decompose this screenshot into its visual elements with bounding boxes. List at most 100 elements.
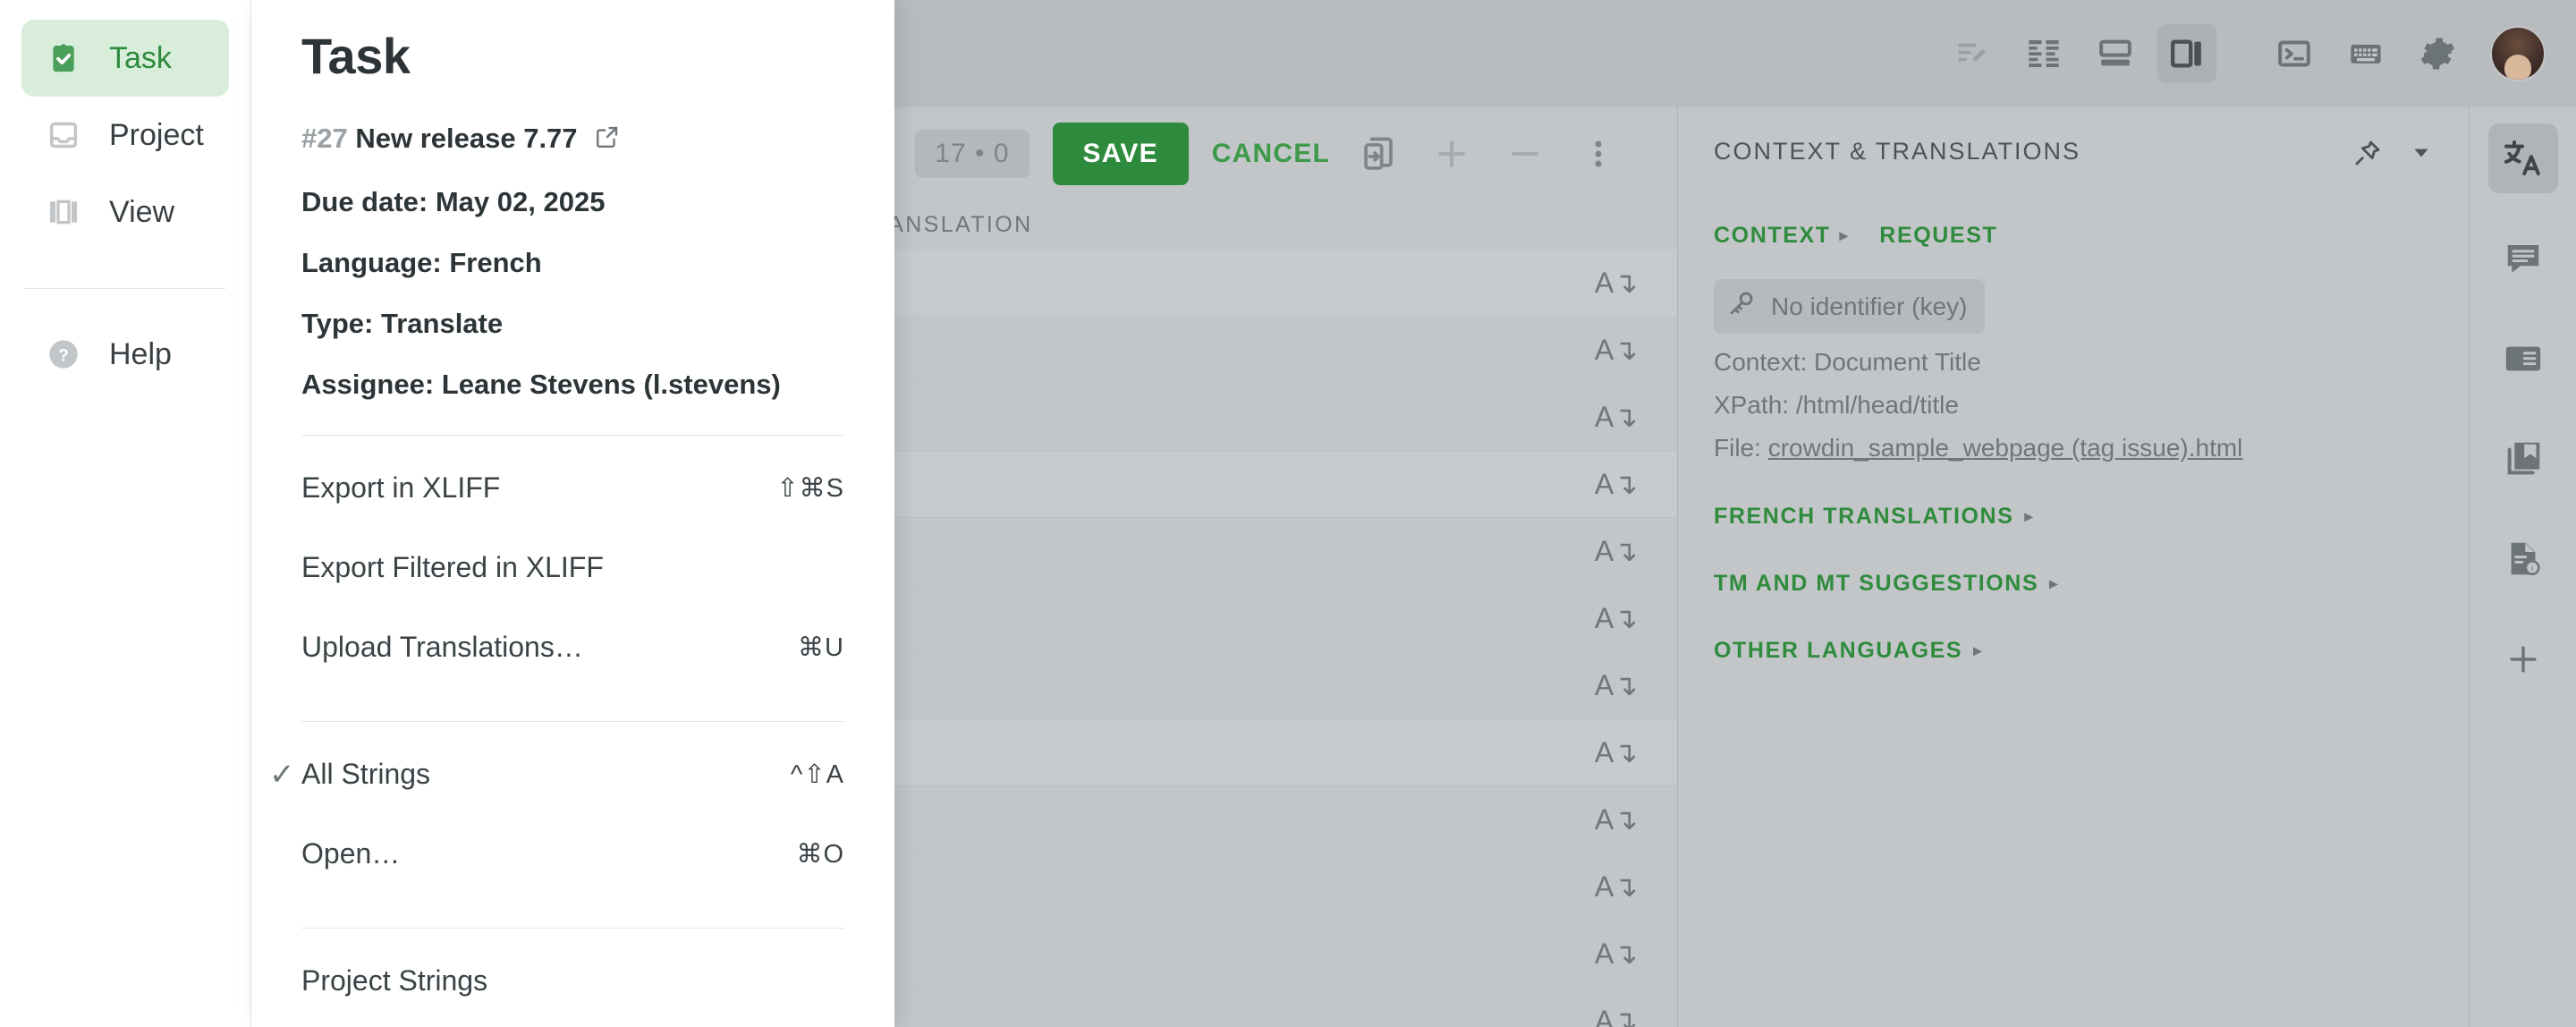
context-line-context: Context: Document Title	[1714, 348, 1981, 376]
menu-item-export-xliff-shortcut: ⇧⌘S	[776, 474, 844, 503]
task-language: Language: French	[301, 247, 542, 278]
string-counter: 17 • 0	[915, 130, 1030, 178]
keyboard-icon[interactable]	[2336, 24, 2395, 83]
settings-gear-icon[interactable]	[2408, 24, 2467, 83]
file-link[interactable]: crowdin_sample_webpage (tag issue).html	[1768, 434, 2243, 462]
overlay-sidebar: Task Project View ? Help	[0, 0, 251, 1027]
glossary-icon[interactable]	[2488, 324, 2558, 394]
menu-item-upload-translations-label: Upload Translations…	[301, 631, 583, 663]
chevron-right-icon: ▸	[1839, 226, 1850, 244]
right-rail: i	[2469, 107, 2576, 1027]
chevron-right-icon: ▸	[1973, 641, 1983, 659]
menu-item-all-strings-shortcut: ^⇧A	[790, 760, 844, 789]
key-icon	[1726, 288, 1757, 325]
section-tm-mt-suggestions-label: TM AND MT SUGGESTIONS	[1714, 571, 2039, 596]
auto-approve-icon: A↴	[1594, 602, 1638, 634]
app-root: 17 • 0 SAVE CANCEL TRANSLATION A↴ A↴ A↴ …	[0, 0, 2576, 1027]
task-menu-panel: Task #27 New release 7.77 Due date: May …	[251, 0, 894, 1027]
svg-text:?: ?	[58, 346, 69, 365]
task-assignee: Assignee: Leane Stevens (l.stevens)	[301, 369, 781, 400]
task-name: New release 7.77	[355, 123, 578, 154]
sidebar-item-project-label: Project	[109, 117, 204, 152]
menu-item-export-xliff-label: Export in XLIFF	[301, 471, 501, 504]
menu-item-export-filtered-xliff[interactable]: Export Filtered in XLIFF	[301, 528, 844, 607]
menu-item-export-filtered-xliff-label: Export Filtered in XLIFF	[301, 551, 604, 583]
context-line-file: File: crowdin_sample_webpage (tag issue)…	[1714, 434, 2433, 463]
menu-item-open-shortcut: ⌘O	[796, 840, 844, 869]
add-panel-icon[interactable]	[2488, 624, 2558, 694]
minus-icon[interactable]	[1500, 129, 1550, 179]
comments-icon[interactable]	[2488, 224, 2558, 293]
auto-approve-icon: A↴	[1594, 334, 1638, 366]
context-translations-panel: CONTEXT & TRANSLATIONS CONTEXT ▸ REQUEST…	[1677, 107, 2469, 1027]
context-line-xpath: XPath: /html/head/title	[1714, 391, 1959, 419]
section-other-languages-label: OTHER LANGUAGES	[1714, 638, 1963, 663]
task-identity: #27 New release 7.77	[301, 123, 844, 157]
context-panel-title: CONTEXT & TRANSLATIONS	[1714, 138, 2081, 165]
chevron-right-icon: ▸	[2049, 574, 2059, 592]
tm-book-icon[interactable]	[2488, 424, 2558, 494]
auto-approve-icon: A↴	[1594, 870, 1638, 903]
external-link-icon[interactable]	[594, 123, 621, 157]
terminal-icon[interactable]	[2265, 24, 2324, 83]
identifier-key-label: No identifier (key)	[1771, 292, 1968, 320]
file-info-icon[interactable]: i	[2488, 524, 2558, 594]
identifier-key-chip[interactable]: No identifier (key)	[1714, 279, 1986, 334]
menu-item-upload-translations[interactable]: Upload Translations… ⌘U	[301, 607, 844, 687]
edit-lines-icon[interactable]	[1943, 24, 2002, 83]
side-by-side-layout-icon[interactable]	[2157, 24, 2216, 83]
menu-item-project-strings-label: Project Strings	[301, 964, 488, 997]
menu-item-open-label: Open…	[301, 837, 401, 870]
auto-approve-icon: A↴	[1594, 736, 1638, 768]
section-other-languages[interactable]: OTHER LANGUAGES ▸	[1714, 638, 2433, 664]
sidebar-item-help[interactable]: ? Help	[21, 316, 229, 393]
page-title: Task	[301, 28, 411, 84]
sidebar-item-task[interactable]: Task	[21, 20, 229, 97]
task-number: #27	[301, 123, 348, 154]
inbox-icon	[43, 115, 84, 156]
menu-item-project-strings[interactable]: Project Strings	[301, 941, 844, 1021]
columns-layout-icon[interactable]	[2014, 24, 2073, 83]
auto-approve-icon: A↴	[1594, 535, 1638, 567]
section-tm-mt-suggestions[interactable]: TM AND MT SUGGESTIONS ▸	[1714, 571, 2433, 597]
task-due-date: Due date: May 02, 2025	[301, 186, 606, 217]
menu-item-all-strings[interactable]: ✓ All Strings ^⇧A	[269, 734, 844, 814]
svg-text:i: i	[2531, 564, 2533, 573]
more-vertical-icon[interactable]	[1573, 129, 1623, 179]
tab-request[interactable]: REQUEST	[1879, 223, 1997, 249]
auto-approve-icon: A↴	[1594, 938, 1638, 970]
header-icon-group	[1943, 24, 2576, 83]
auto-approve-icon: A↴	[1594, 669, 1638, 701]
auto-approve-icon: A↴	[1594, 803, 1638, 836]
translate-icon[interactable]	[2487, 123, 2558, 193]
task-overlay: Task Project View ? Help Task #27 New re…	[0, 0, 894, 1027]
sidebar-item-project[interactable]: Project	[21, 97, 229, 174]
task-type: Type: Translate	[301, 308, 504, 339]
split-horizontal-layout-icon[interactable]	[2086, 24, 2145, 83]
menu-item-open[interactable]: Open… ⌘O	[301, 814, 844, 894]
clipboard-check-icon	[43, 38, 84, 79]
cancel-button[interactable]: CANCEL	[1212, 139, 1330, 169]
section-french-translations[interactable]: FRENCH TRANSLATIONS ▸	[1714, 504, 2433, 530]
sidebar-item-view[interactable]: View	[21, 174, 229, 250]
menu-item-all-strings-label: All Strings	[301, 758, 431, 790]
copy-source-icon[interactable]	[1353, 129, 1403, 179]
question-circle-icon: ?	[43, 334, 84, 375]
avatar[interactable]	[2490, 26, 2546, 81]
tab-context-label: CONTEXT	[1714, 223, 1831, 248]
section-french-translations-label: FRENCH TRANSLATIONS	[1714, 504, 2014, 529]
tab-context[interactable]: CONTEXT ▸	[1714, 223, 1849, 249]
chevron-right-icon: ▸	[2024, 507, 2035, 525]
sidebar-divider	[25, 288, 225, 289]
tab-request-label: REQUEST	[1879, 223, 1998, 248]
plus-icon[interactable]	[1427, 129, 1477, 179]
check-icon: ✓	[269, 757, 295, 792]
unpin-icon[interactable]	[2352, 138, 2383, 173]
chevron-down-icon[interactable]	[2410, 141, 2433, 169]
auto-approve-icon: A↴	[1594, 1005, 1638, 1027]
menu-item-export-xliff[interactable]: Export in XLIFF ⇧⌘S	[301, 448, 844, 528]
save-button[interactable]: SAVE	[1052, 123, 1189, 185]
auto-approve-icon: A↴	[1594, 401, 1638, 433]
context-tabs: CONTEXT ▸ REQUEST	[1714, 223, 2433, 249]
columns-view-icon	[43, 191, 84, 233]
